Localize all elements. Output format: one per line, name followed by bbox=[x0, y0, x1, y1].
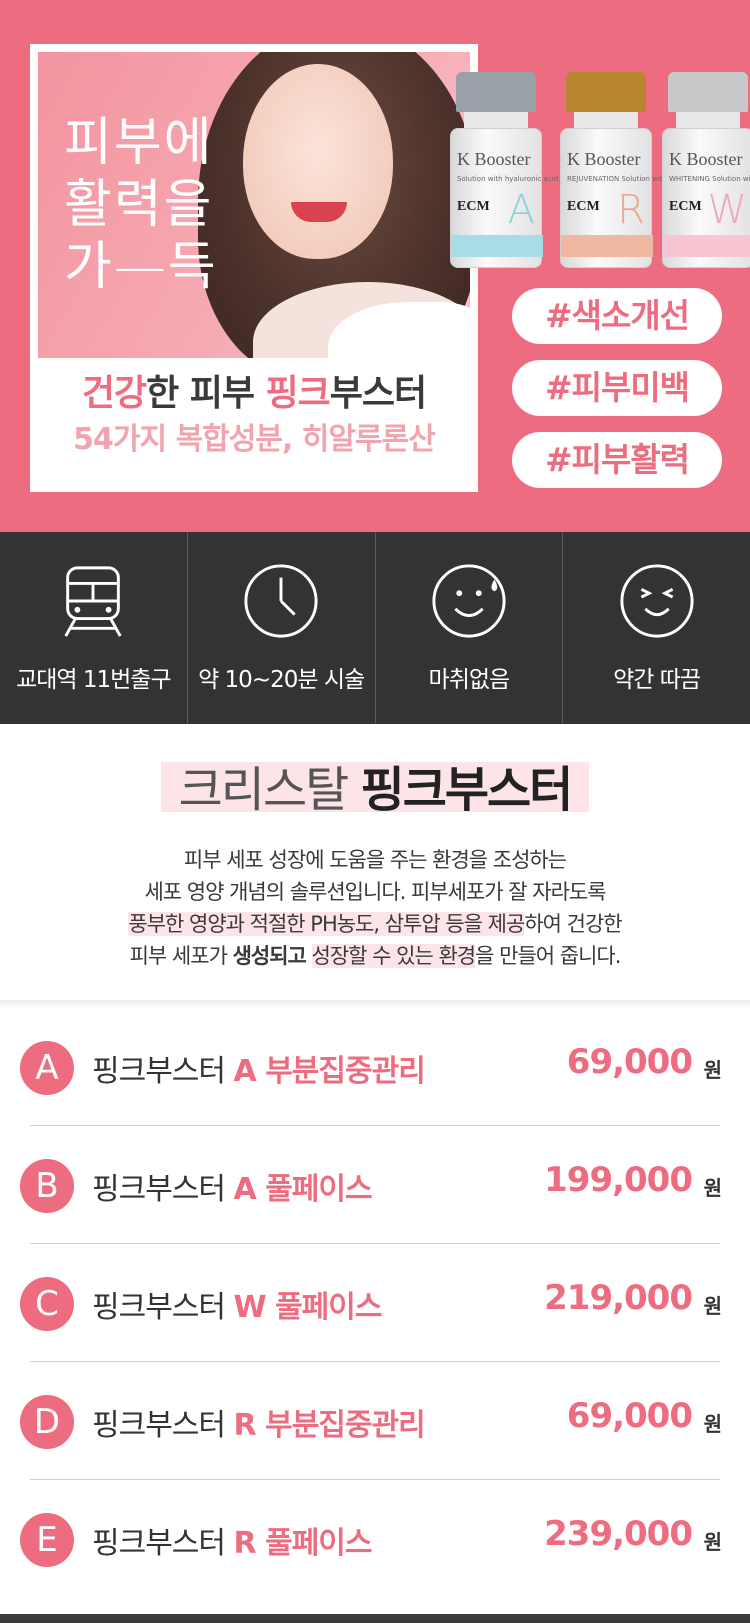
vial-w: K Booster WHITENING Solution with hyalur… bbox=[662, 72, 750, 268]
price-row[interactable]: A 핑크부스터 A 부분집중관리 69,000 원 bbox=[0, 1008, 750, 1126]
section-divider bbox=[0, 1000, 750, 1008]
hero-subtitle: 54가지 복합성분, 히알루론산 bbox=[73, 422, 436, 457]
price-unit: 원 bbox=[703, 1058, 722, 1082]
feature-slight-sting: 약간 따끔 bbox=[563, 532, 750, 724]
price-unit: 원 bbox=[703, 1294, 722, 1318]
price-value: 219,000 bbox=[544, 1278, 693, 1318]
treatment-name: 핑크부스터 W 풀페이스 bbox=[92, 1290, 382, 1325]
price-value: 199,000 bbox=[544, 1160, 693, 1200]
price-unit: 원 bbox=[703, 1412, 722, 1436]
intro-title: 크리스탈 핑크부스터 bbox=[0, 762, 750, 818]
train-icon bbox=[64, 566, 122, 637]
treatment-name: 핑크부스터 A 풀페이스 bbox=[92, 1172, 373, 1207]
hashtag-whitening: #피부미백 bbox=[512, 360, 722, 416]
feature-bar: 교대역 11번출구 약 10~20분 시술 마취없음 약간 따끔 bbox=[0, 532, 750, 724]
feature-duration: 약 10~20분 시술 bbox=[188, 532, 376, 724]
vial-a: K Booster Solution with hyaluronic acid.… bbox=[450, 72, 560, 268]
price-unit: 원 bbox=[703, 1530, 722, 1554]
vial-r: K Booster REJUVENATION Solution with hya… bbox=[560, 72, 725, 268]
option-badge: E bbox=[20, 1513, 74, 1567]
treatment-name: 핑크부스터 A 부분집중관리 bbox=[92, 1054, 426, 1089]
model-photo: 피부에 활력을 가—득 bbox=[38, 52, 470, 358]
clock-icon bbox=[244, 564, 318, 638]
product-vials: K Booster Solution with hyaluronic acid.… bbox=[450, 72, 750, 272]
option-badge: D bbox=[20, 1395, 74, 1449]
feature-no-anesthesia: 마취없음 bbox=[376, 532, 564, 724]
price-row[interactable]: B 핑크부스터 A 풀페이스 199,000 원 bbox=[0, 1126, 750, 1244]
hashtag-pigment: #색소개선 bbox=[512, 288, 722, 344]
price-row[interactable]: C 핑크부스터 W 풀페이스 219,000 원 bbox=[0, 1244, 750, 1362]
price-row[interactable]: E 핑크부스터 R 풀페이스 239,000 원 bbox=[0, 1480, 750, 1598]
price-value: 69,000 bbox=[566, 1396, 693, 1436]
feature-location: 교대역 11번출구 bbox=[0, 532, 188, 724]
hero-title: 건강한 피부 핑크부스터 bbox=[81, 373, 427, 414]
option-badge: B bbox=[20, 1159, 74, 1213]
price-row[interactable]: D 핑크부스터 R 부분집중관리 69,000 원 bbox=[0, 1362, 750, 1480]
price-value: 69,000 bbox=[566, 1042, 693, 1082]
treatment-name: 핑크부스터 R 부분집중관리 bbox=[92, 1408, 426, 1443]
hero-card: 피부에 활력을 가—득 건강한 피부 핑크부스터 54가지 복합성분, 히알루론… bbox=[30, 44, 478, 492]
hashtag-vitality: #피부활력 bbox=[512, 432, 722, 488]
intro-description: 피부 세포 성장에 도움을 주는 환경을 조성하는 세포 영양 개념의 솔루션입… bbox=[128, 848, 623, 968]
hero-slogan: 피부에 활력을 가—득 bbox=[64, 113, 218, 297]
price-unit: 원 bbox=[703, 1176, 722, 1200]
option-badge: C bbox=[20, 1277, 74, 1331]
squint-smile-icon bbox=[620, 564, 694, 638]
hashtag-list: #색소개선 #피부미백 #피부활력 bbox=[512, 288, 722, 504]
price-value: 239,000 bbox=[544, 1514, 693, 1554]
hero-banner: 피부에 활력을 가—득 건강한 피부 핑크부스터 54가지 복합성분, 히알루론… bbox=[0, 0, 750, 532]
treatment-name: 핑크부스터 R 풀페이스 bbox=[92, 1526, 372, 1561]
option-badge: A bbox=[20, 1041, 74, 1095]
smile-sweat-icon bbox=[432, 564, 506, 638]
intro-section: 크리스탈 핑크부스터 피부 세포 성장에 도움을 주는 환경을 조성하는 세포 … bbox=[0, 724, 750, 1000]
bottom-strip bbox=[0, 1614, 750, 1623]
